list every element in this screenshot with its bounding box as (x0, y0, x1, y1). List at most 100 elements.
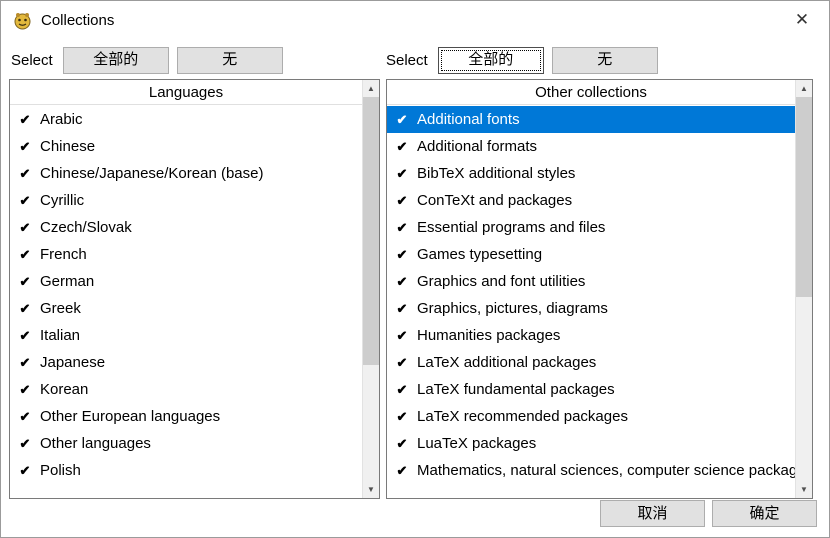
list-item[interactable]: ✔ BibTeX additional styles (387, 160, 795, 187)
languages-listbox: Languages ✔ Arabic ✔ Chinese ✔ Chinese/J… (9, 79, 380, 499)
item-label: Korean (40, 381, 88, 398)
check-icon: ✔ (387, 193, 417, 209)
item-label: Humanities packages (417, 327, 560, 344)
close-icon[interactable]: ✕ (785, 5, 819, 35)
list-item[interactable]: ✔ Greek (10, 295, 362, 322)
scroll-up-icon[interactable]: ▲ (363, 80, 379, 97)
item-label: ConTeXt and packages (417, 192, 572, 209)
check-icon: ✔ (387, 328, 417, 344)
other-collections-list: ✔ Additional fonts ✔ Additional formats … (387, 106, 795, 498)
list-item[interactable]: ✔ Chinese/Japanese/Korean (base) (10, 160, 362, 187)
item-label: German (40, 273, 94, 290)
ok-button[interactable]: 确定 (712, 500, 817, 527)
list-item[interactable]: ✔ Additional fonts (387, 106, 795, 133)
titlebar: Collections ✕ (1, 1, 829, 39)
item-label: Games typesetting (417, 246, 542, 263)
check-icon: ✔ (387, 247, 417, 263)
check-icon: ✔ (10, 328, 40, 344)
list-item[interactable]: ✔ French (10, 241, 362, 268)
list-item[interactable]: ✔ LaTeX recommended packages (387, 403, 795, 430)
item-label: Mathematics, natural sciences, computer … (417, 462, 795, 479)
check-icon: ✔ (387, 409, 417, 425)
check-icon: ✔ (10, 166, 40, 182)
scrollbar-thumb[interactable] (796, 97, 812, 297)
item-label: Graphics and font utilities (417, 273, 585, 290)
check-icon: ✔ (10, 112, 40, 128)
select-label: Select (386, 52, 428, 69)
vertical-scrollbar[interactable]: ▲ ▼ (362, 80, 379, 498)
footer: 取消 确定 (593, 500, 817, 527)
list-item[interactable]: ✔ Chinese (10, 133, 362, 160)
list-item[interactable]: ✔ Cyrillic (10, 187, 362, 214)
check-icon: ✔ (10, 463, 40, 479)
select-none-button[interactable]: 无 (177, 47, 283, 74)
check-icon: ✔ (387, 355, 417, 371)
list-title: Languages (10, 80, 362, 105)
list-item[interactable]: ✔ Games typesetting (387, 241, 795, 268)
item-label: French (40, 246, 87, 263)
list-item[interactable]: ✔ Other languages (10, 430, 362, 457)
languages-list: ✔ Arabic ✔ Chinese ✔ Chinese/Japanese/Ko… (10, 106, 362, 498)
item-label: Cyrillic (40, 192, 84, 209)
check-icon: ✔ (10, 301, 40, 317)
check-icon: ✔ (10, 193, 40, 209)
check-icon: ✔ (387, 436, 417, 452)
list-item[interactable]: ✔ LaTeX fundamental packages (387, 376, 795, 403)
list-item[interactable]: ✔ LuaTeX packages (387, 430, 795, 457)
list-item[interactable]: ✔ Humanities packages (387, 322, 795, 349)
list-item[interactable]: ✔ Additional formats (387, 133, 795, 160)
vertical-scrollbar[interactable]: ▲ ▼ (795, 80, 812, 498)
scroll-up-icon[interactable]: ▲ (796, 80, 812, 97)
item-label: Chinese (40, 138, 95, 155)
cancel-button[interactable]: 取消 (600, 500, 705, 527)
list-title: Other collections (387, 80, 795, 105)
select-all-button[interactable]: 全部的 (63, 47, 169, 74)
list-item[interactable]: ✔ Czech/Slovak (10, 214, 362, 241)
check-icon: ✔ (387, 112, 417, 128)
check-icon: ✔ (387, 463, 417, 479)
list-item[interactable]: ✔ German (10, 268, 362, 295)
select-none-button[interactable]: 无 (552, 47, 658, 74)
check-icon: ✔ (10, 409, 40, 425)
list-item[interactable]: ✔ Italian (10, 322, 362, 349)
check-icon: ✔ (10, 139, 40, 155)
select-all-button[interactable]: 全部的 (438, 47, 544, 74)
check-icon: ✔ (387, 139, 417, 155)
list-item[interactable]: ✔ ConTeXt and packages (387, 187, 795, 214)
list-item[interactable]: ✔ Japanese (10, 349, 362, 376)
item-label: Chinese/Japanese/Korean (base) (40, 165, 263, 182)
list-item[interactable]: ✔ Mathematics, natural sciences, compute… (387, 457, 795, 484)
item-label: LaTeX additional packages (417, 354, 596, 371)
list-item[interactable]: ✔ Polish (10, 457, 362, 484)
window-title: Collections (41, 12, 114, 29)
item-label: Other languages (40, 435, 151, 452)
item-label: Additional fonts (417, 111, 520, 128)
list-item[interactable]: ✔ Graphics, pictures, diagrams (387, 295, 795, 322)
list-item[interactable]: ✔ LaTeX additional packages (387, 349, 795, 376)
left-select-row: Select 全部的 无 (11, 46, 291, 74)
check-icon: ✔ (10, 436, 40, 452)
item-label: BibTeX additional styles (417, 165, 575, 182)
item-label: Greek (40, 300, 81, 317)
right-select-row: Select 全部的 无 (386, 46, 666, 74)
scroll-down-icon[interactable]: ▼ (796, 481, 812, 498)
check-icon: ✔ (10, 274, 40, 290)
item-label: Graphics, pictures, diagrams (417, 300, 608, 317)
item-label: Arabic (40, 111, 83, 128)
list-item[interactable]: ✔ Graphics and font utilities (387, 268, 795, 295)
item-label: Polish (40, 462, 81, 479)
check-icon: ✔ (10, 355, 40, 371)
item-label: Japanese (40, 354, 105, 371)
list-item[interactable]: ✔ Korean (10, 376, 362, 403)
item-label: Other European languages (40, 408, 220, 425)
item-label: LaTeX recommended packages (417, 408, 628, 425)
item-label: Essential programs and files (417, 219, 605, 236)
list-item[interactable]: ✔ Other European languages (10, 403, 362, 430)
check-icon: ✔ (387, 220, 417, 236)
item-label: LaTeX fundamental packages (417, 381, 615, 398)
list-item[interactable]: ✔ Arabic (10, 106, 362, 133)
item-label: LuaTeX packages (417, 435, 536, 452)
scrollbar-thumb[interactable] (363, 97, 379, 365)
scroll-down-icon[interactable]: ▼ (363, 481, 379, 498)
list-item[interactable]: ✔ Essential programs and files (387, 214, 795, 241)
